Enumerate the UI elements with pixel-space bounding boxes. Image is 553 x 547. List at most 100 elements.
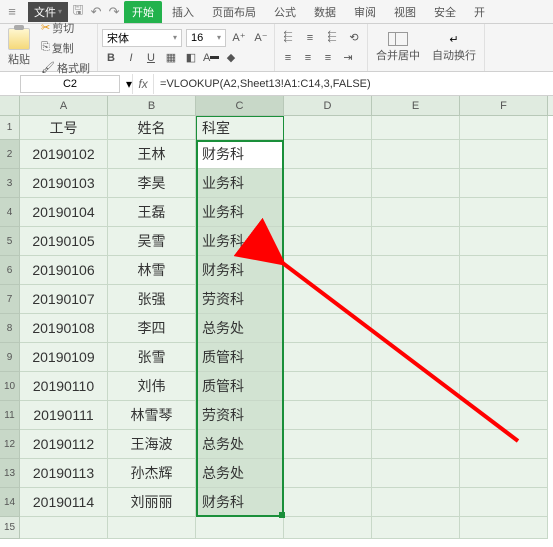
cell[interactable]: 财务科 xyxy=(196,256,284,285)
row-header[interactable]: 11 xyxy=(0,401,20,430)
cell[interactable] xyxy=(372,285,460,314)
align-right-button[interactable]: ≡ xyxy=(319,49,337,67)
cell[interactable]: 业务科 xyxy=(196,169,284,198)
cell[interactable] xyxy=(460,314,548,343)
row-header[interactable]: 5 xyxy=(0,227,20,256)
cell[interactable]: 工号 xyxy=(20,116,108,140)
col-header-e[interactable]: E xyxy=(372,96,460,115)
tab-more[interactable]: 开 xyxy=(466,2,493,22)
bold-button[interactable]: B xyxy=(102,49,120,67)
cell[interactable]: 20190105 xyxy=(20,227,108,256)
cell[interactable]: 业务科 xyxy=(196,198,284,227)
row-header[interactable]: 7 xyxy=(0,285,20,314)
cell[interactable]: 总务处 xyxy=(196,314,284,343)
row-header[interactable]: 10 xyxy=(0,372,20,401)
cell[interactable] xyxy=(284,140,372,169)
highlight-button[interactable]: ◆ xyxy=(222,49,240,67)
row-header[interactable]: 3 xyxy=(0,169,20,198)
fill-color-button[interactable]: ◧ xyxy=(182,49,200,67)
cell[interactable]: 20190114 xyxy=(20,488,108,517)
redo-icon[interactable]: ↷ xyxy=(106,4,122,20)
cell[interactable]: 20190103 xyxy=(20,169,108,198)
cell[interactable] xyxy=(372,488,460,517)
cell[interactable] xyxy=(284,227,372,256)
tab-home[interactable]: 开始 xyxy=(124,1,162,23)
cell[interactable] xyxy=(460,459,548,488)
cell[interactable] xyxy=(460,488,548,517)
col-header-f[interactable]: F xyxy=(460,96,548,115)
tab-data[interactable]: 数据 xyxy=(306,2,344,22)
cell[interactable] xyxy=(284,198,372,227)
cell[interactable] xyxy=(372,430,460,459)
cell[interactable]: 质管科 xyxy=(196,343,284,372)
tab-view[interactable]: 视图 xyxy=(386,2,424,22)
cell[interactable]: 张强 xyxy=(108,285,196,314)
tab-layout[interactable]: 页面布局 xyxy=(204,2,264,22)
cell[interactable]: 总务处 xyxy=(196,459,284,488)
cell[interactable]: 财务科 xyxy=(196,488,284,517)
cell[interactable]: 20190109 xyxy=(20,343,108,372)
tab-review[interactable]: 审阅 xyxy=(346,2,384,22)
cell[interactable] xyxy=(108,517,196,539)
col-header-c[interactable]: C xyxy=(196,96,284,115)
cell[interactable] xyxy=(284,116,372,140)
cell[interactable]: 王林 xyxy=(108,140,196,169)
row-header[interactable]: 8 xyxy=(0,314,20,343)
font-size-select[interactable]: 16▾ xyxy=(186,29,226,47)
cell[interactable]: 王磊 xyxy=(108,198,196,227)
col-header-b[interactable]: B xyxy=(108,96,196,115)
cell[interactable] xyxy=(372,401,460,430)
cell[interactable] xyxy=(372,517,460,539)
cell[interactable] xyxy=(284,256,372,285)
cell[interactable] xyxy=(372,227,460,256)
cell[interactable]: 科室 xyxy=(196,116,284,140)
cell[interactable]: 质管科 xyxy=(196,372,284,401)
cell[interactable]: 财务科 xyxy=(196,140,284,169)
cell[interactable] xyxy=(460,285,548,314)
cell[interactable]: 刘丽丽 xyxy=(108,488,196,517)
cell[interactable] xyxy=(460,227,548,256)
cell[interactable] xyxy=(372,116,460,140)
border-button[interactable]: ▦ xyxy=(162,49,180,67)
underline-button[interactable]: U xyxy=(142,49,160,67)
cell[interactable] xyxy=(284,169,372,198)
cell[interactable]: 孙杰辉 xyxy=(108,459,196,488)
cell[interactable] xyxy=(284,285,372,314)
copy-button[interactable]: ⎘复制 xyxy=(38,39,93,57)
increase-font-button[interactable]: A⁺ xyxy=(230,29,248,47)
cell[interactable] xyxy=(460,430,548,459)
cell[interactable]: 20190112 xyxy=(20,430,108,459)
cell[interactable]: 张雪 xyxy=(108,343,196,372)
cell[interactable]: 20190110 xyxy=(20,372,108,401)
cell[interactable] xyxy=(20,517,108,539)
select-all-corner[interactable] xyxy=(0,96,20,115)
cell[interactable]: 刘伟 xyxy=(108,372,196,401)
cell[interactable] xyxy=(196,517,284,539)
cell[interactable] xyxy=(460,116,548,140)
cell[interactable]: 王海波 xyxy=(108,430,196,459)
decrease-font-button[interactable]: A⁻ xyxy=(252,29,270,47)
row-header[interactable]: 1 xyxy=(0,116,20,140)
align-middle-button[interactable]: ≡ xyxy=(301,29,319,47)
name-box[interactable]: C2 xyxy=(20,75,120,93)
cell[interactable] xyxy=(372,169,460,198)
cell[interactable] xyxy=(372,343,460,372)
col-header-d[interactable]: D xyxy=(284,96,372,115)
row-header[interactable]: 4 xyxy=(0,198,20,227)
cell[interactable] xyxy=(284,372,372,401)
cell[interactable]: 劳资科 xyxy=(196,401,284,430)
cell[interactable] xyxy=(460,372,548,401)
cell[interactable] xyxy=(460,140,548,169)
cell[interactable]: 劳资科 xyxy=(196,285,284,314)
row-header[interactable]: 9 xyxy=(0,343,20,372)
cell[interactable]: 20190102 xyxy=(20,140,108,169)
cell[interactable] xyxy=(460,343,548,372)
cell[interactable] xyxy=(372,140,460,169)
row-header[interactable]: 12 xyxy=(0,430,20,459)
cell[interactable] xyxy=(372,372,460,401)
font-color-button[interactable]: A xyxy=(202,49,220,67)
cell[interactable]: 总务处 xyxy=(196,430,284,459)
cell[interactable] xyxy=(372,459,460,488)
menu-icon[interactable]: ≡ xyxy=(4,4,20,20)
cell[interactable] xyxy=(284,488,372,517)
